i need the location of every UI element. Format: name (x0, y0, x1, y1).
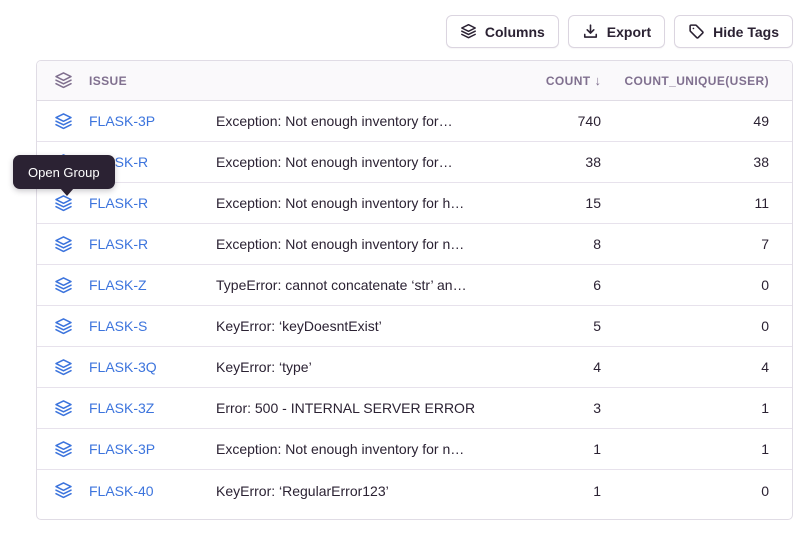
open-group-button[interactable] (53, 439, 73, 459)
count-unique-column-label[interactable]: COUNT_UNIQUE(USER) (624, 74, 769, 88)
tag-icon (688, 23, 705, 40)
open-group-tooltip: Open Group (13, 155, 115, 189)
stack-icon (54, 440, 73, 459)
open-group-button[interactable] (53, 316, 73, 336)
stack-icon (54, 276, 73, 295)
issue-message: Exception: Not enough inventory for n… (216, 236, 501, 252)
count-column-header[interactable]: COUNT↓ (501, 73, 601, 88)
table-row: FLASK-Z TypeError: cannot concatenate ‘s… (37, 265, 792, 306)
issue-column-label[interactable]: ISSUE (89, 74, 127, 88)
hide-tags-button-label: Hide Tags (713, 24, 779, 40)
count-unique-value: 49 (601, 113, 769, 129)
table-row: FLASK-R Exception: Not enough inventory … (37, 224, 792, 265)
stack-icon (54, 194, 73, 213)
count-value: 6 (501, 277, 601, 293)
count-unique-value: 1 (601, 441, 769, 457)
stack-icon (53, 71, 73, 91)
table-body: FLASK-3P Exception: Not enough inventory… (37, 101, 792, 511)
count-value: 3 (501, 400, 601, 416)
count-unique-value: 0 (601, 277, 769, 293)
export-button-label: Export (607, 24, 651, 40)
columns-button-label: Columns (485, 24, 545, 40)
count-unique-value: 7 (601, 236, 769, 252)
issue-message: KeyError: ‘type’ (216, 359, 501, 375)
issue-message: Exception: Not enough inventory for n… (216, 441, 501, 457)
discover-results-page: Columns Export Hide Tags (0, 0, 807, 538)
table-row: FLASK-S KeyError: ‘keyDoesntExist’ 5 0 (37, 306, 792, 347)
count-value: 740 (501, 113, 601, 129)
hide-tags-button[interactable]: Hide Tags (674, 15, 793, 48)
stack-icon (54, 235, 73, 254)
count-value: 8 (501, 236, 601, 252)
count-unique-value: 0 (601, 483, 769, 499)
stack-icon (54, 317, 73, 336)
toolbar: Columns Export Hide Tags (446, 15, 793, 48)
issue-column-header[interactable]: ISSUE (53, 71, 216, 91)
stack-icon (460, 23, 477, 40)
table-row: FLASK-R Exception: Not enough inventory … (37, 142, 792, 183)
issue-message: KeyError: ‘RegularError123’ (216, 483, 501, 499)
issue-link[interactable]: FLASK-R (89, 195, 148, 211)
count-value: 1 (501, 441, 601, 457)
stack-icon (54, 481, 73, 500)
open-group-button[interactable] (53, 357, 73, 377)
table-row: FLASK-3P Exception: Not enough inventory… (37, 429, 792, 470)
count-unique-value: 1 (601, 400, 769, 416)
issue-message: Error: 500 - INTERNAL SERVER ERROR (216, 400, 501, 416)
open-group-button[interactable] (53, 481, 73, 501)
count-value: 4 (501, 359, 601, 375)
columns-button[interactable]: Columns (446, 15, 559, 48)
issue-link[interactable]: FLASK-3P (89, 113, 155, 129)
count-column-label[interactable]: COUNT (546, 74, 591, 88)
count-unique-value: 38 (601, 154, 769, 170)
issue-link[interactable]: FLASK-3Z (89, 400, 154, 416)
issue-message: Exception: Not enough inventory for h… (216, 195, 501, 211)
table-row: FLASK-3Z Error: 500 - INTERNAL SERVER ER… (37, 388, 792, 429)
issue-link[interactable]: FLASK-Z (89, 277, 147, 293)
count-value: 1 (501, 483, 601, 499)
open-group-button[interactable] (53, 275, 73, 295)
download-icon (582, 23, 599, 40)
stack-icon (54, 399, 73, 418)
count-unique-column-header[interactable]: COUNT_UNIQUE(USER) (601, 74, 769, 88)
issues-table: ISSUE COUNT↓ COUNT_UNIQUE(USER) FLASK-3P… (36, 60, 793, 520)
count-value: 15 (501, 195, 601, 211)
table-row: FLASK-40 KeyError: ‘RegularError123’ 1 0 (37, 470, 792, 511)
table-row: FLASK-3P Exception: Not enough inventory… (37, 101, 792, 142)
open-group-tooltip-label: Open Group (28, 165, 100, 180)
table-row: FLASK-R Exception: Not enough inventory … (37, 183, 792, 224)
count-unique-value: 4 (601, 359, 769, 375)
stack-icon (54, 358, 73, 377)
open-group-button[interactable] (53, 111, 73, 131)
issue-message: Exception: Not enough inventory for… (216, 113, 501, 129)
tooltip-caret (60, 188, 74, 196)
issue-link[interactable]: FLASK-S (89, 318, 147, 334)
table-header-row: ISSUE COUNT↓ COUNT_UNIQUE(USER) (37, 61, 792, 101)
issue-message: Exception: Not enough inventory for… (216, 154, 501, 170)
issue-link[interactable]: FLASK-40 (89, 483, 154, 499)
open-group-button[interactable] (53, 398, 73, 418)
count-value: 38 (501, 154, 601, 170)
table-row: FLASK-3Q KeyError: ‘type’ 4 4 (37, 347, 792, 388)
issue-link[interactable]: FLASK-3Q (89, 359, 157, 375)
count-value: 5 (501, 318, 601, 334)
open-group-button[interactable] (53, 234, 73, 254)
count-unique-value: 11 (601, 195, 769, 211)
issue-link[interactable]: FLASK-R (89, 236, 148, 252)
export-button[interactable]: Export (568, 15, 665, 48)
issue-message: KeyError: ‘keyDoesntExist’ (216, 318, 501, 334)
open-group-button[interactable] (53, 193, 73, 213)
issue-message: TypeError: cannot concatenate ‘str’ an… (216, 277, 501, 293)
issue-link[interactable]: FLASK-3P (89, 441, 155, 457)
stack-icon (54, 112, 73, 131)
count-unique-value: 0 (601, 318, 769, 334)
